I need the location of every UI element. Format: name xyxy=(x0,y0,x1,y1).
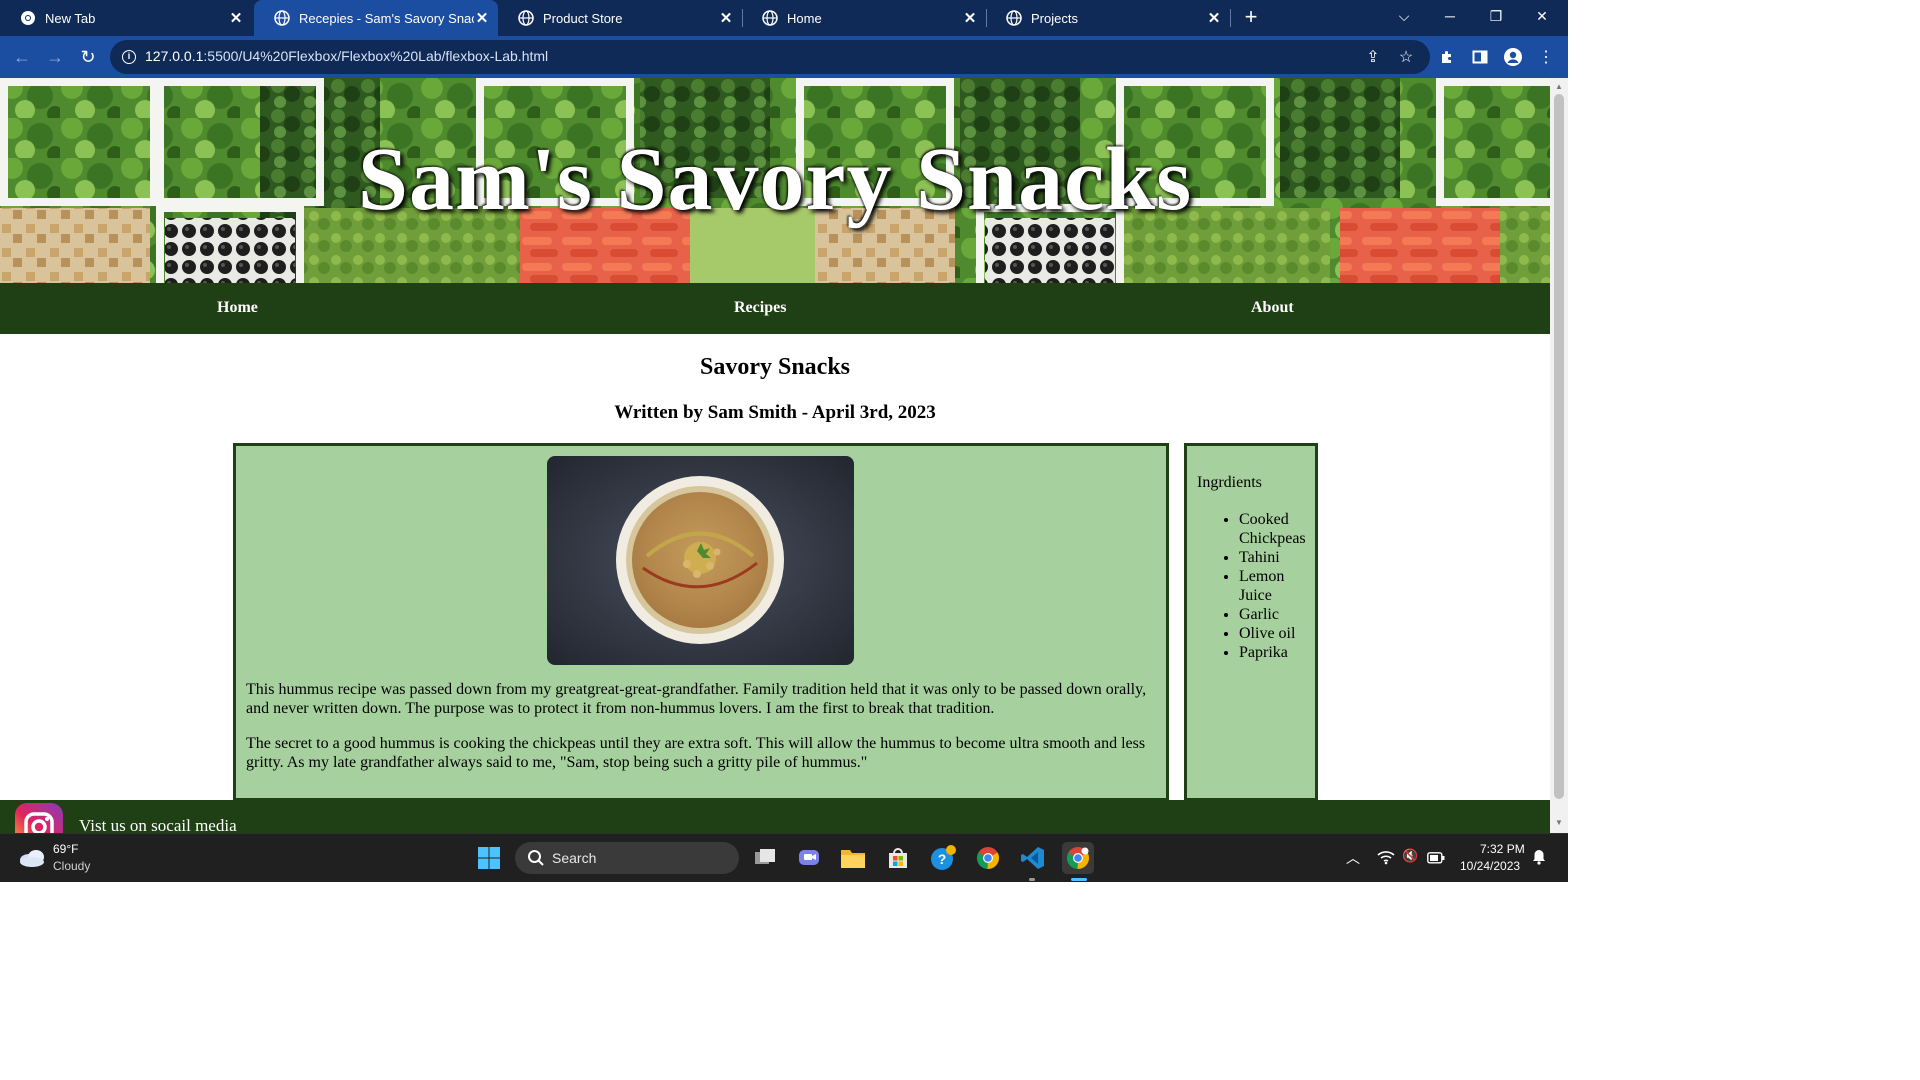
taskbar-search[interactable]: Search xyxy=(515,842,739,874)
tab-search-chevron-icon[interactable]: ⌵ xyxy=(1381,0,1427,32)
weather-description[interactable]: Cloudy xyxy=(53,859,90,873)
notification-bell-icon[interactable] xyxy=(1532,849,1546,870)
forward-arrow-icon[interactable]: → xyxy=(42,44,68,70)
nav-link-home[interactable]: Home xyxy=(217,299,258,317)
ingredients-title: Ingrdients xyxy=(1197,474,1262,491)
close-icon[interactable]: ✕ xyxy=(718,10,734,27)
nav-link-about[interactable]: About xyxy=(1251,299,1294,317)
restore-button[interactable]: ❐ xyxy=(1473,0,1519,32)
cloudy-weather-icon[interactable] xyxy=(18,846,46,873)
globe-icon xyxy=(274,10,290,26)
weather-temperature[interactable]: 69°F xyxy=(53,842,78,856)
close-window-button[interactable]: ✕ xyxy=(1519,0,1565,32)
site-nav: Home Recipes About xyxy=(0,283,1550,334)
close-icon[interactable]: ✕ xyxy=(1206,10,1222,27)
footer-text: Vist us on socail media xyxy=(79,816,237,833)
close-icon[interactable]: ✕ xyxy=(228,10,244,27)
tab-title: Home xyxy=(787,10,822,26)
battery-icon[interactable] xyxy=(1427,851,1445,869)
globe-icon xyxy=(518,10,534,26)
tab-title: New Tab xyxy=(45,10,96,26)
chevron-up-icon[interactable]: ︿ xyxy=(1346,848,1360,868)
chrome-profile-icon[interactable] xyxy=(1062,842,1094,874)
search-icon xyxy=(527,849,545,872)
windows-start-icon[interactable] xyxy=(473,842,505,874)
scroll-down-arrow-icon[interactable]: ▼ xyxy=(1554,818,1564,828)
search-label: Search xyxy=(552,850,597,866)
clock-time[interactable]: 7:32 PM xyxy=(1480,842,1525,856)
page-heading: Savory Snacks xyxy=(699,354,851,380)
site-footer: Vist us on socail media xyxy=(0,800,1550,833)
extensions-puzzle-icon[interactable] xyxy=(1436,46,1458,68)
chrome-icon xyxy=(20,10,36,26)
running-app-indicator xyxy=(1029,878,1035,881)
active-app-indicator xyxy=(1071,878,1087,881)
nav-link-recipes[interactable]: Recipes xyxy=(734,299,786,317)
ingredients-sidebar: Ingrdients Cooked Chickpeas Tahini Lemon… xyxy=(1184,443,1318,801)
volume-muted-icon[interactable]: 🔇 xyxy=(1402,848,1418,864)
globe-icon xyxy=(762,10,778,26)
tab-title: Product Store xyxy=(543,10,623,26)
page-viewport: Sam's Savory Snacks Home Recipes About S… xyxy=(0,78,1550,833)
tab-title: Projects xyxy=(1031,10,1078,26)
tab-title: Recepies - Sam's Savory Snacks xyxy=(299,10,474,26)
side-panel-icon[interactable] xyxy=(1469,46,1491,68)
reload-icon[interactable]: ↻ xyxy=(75,44,101,70)
browser-toolbar: ← → ↻ i 127.0.0.1:5500/U4%20Flexbox/Flex… xyxy=(0,36,1568,78)
vscode-icon[interactable] xyxy=(1017,842,1049,874)
list-item: Tahini xyxy=(1239,548,1317,567)
scrollbar-thumb[interactable] xyxy=(1554,94,1564,799)
svg-text:?: ? xyxy=(938,851,947,867)
recipe-article: This hummus recipe was passed down from … xyxy=(233,443,1169,801)
tab-separator xyxy=(1230,9,1231,27)
microsoft-store-icon[interactable] xyxy=(882,842,914,874)
profile-avatar-icon[interactable] xyxy=(1502,46,1524,68)
globe-icon xyxy=(1006,10,1022,26)
list-item: Cooked Chickpeas xyxy=(1239,510,1317,548)
hummus-photo xyxy=(547,456,854,665)
info-icon[interactable]: i xyxy=(122,50,136,64)
new-tab-button[interactable]: + xyxy=(1240,6,1262,28)
get-help-icon[interactable]: ? xyxy=(927,842,959,874)
list-item: Lemon Juice xyxy=(1239,567,1317,605)
close-icon[interactable]: ✕ xyxy=(962,10,978,27)
instagram-icon[interactable] xyxy=(15,803,63,833)
share-icon[interactable]: ⇪ xyxy=(1362,46,1384,68)
list-item: Olive oil xyxy=(1239,624,1317,643)
more-menu-icon[interactable]: ⋮ xyxy=(1535,46,1557,68)
tab-new-tab[interactable]: New Tab ✕ xyxy=(0,0,252,36)
ingredients-list: Cooked Chickpeas Tahini Lemon Juice Garl… xyxy=(1223,510,1317,662)
file-explorer-icon[interactable] xyxy=(837,842,869,874)
windows-taskbar: 69°F Cloudy Search ? ︿ 🔇 7:32 PM 10/24/2… xyxy=(0,833,1568,882)
chrome-icon[interactable] xyxy=(972,842,1004,874)
back-arrow-icon[interactable]: ← xyxy=(9,44,35,70)
url-text[interactable]: 127.0.0.1:5500/U4%20Flexbox/Flexbox%20La… xyxy=(145,48,548,64)
recipe-paragraph: The secret to a good hummus is cooking t… xyxy=(246,735,1146,771)
tab-recipes[interactable]: Recepies - Sam's Savory Snacks ✕ xyxy=(254,0,498,36)
wifi-icon[interactable] xyxy=(1377,849,1395,870)
address-bar[interactable]: i 127.0.0.1:5500/U4%20Flexbox/Flexbox%20… xyxy=(110,40,1430,74)
tab-strip: New Tab ✕ Recepies - Sam's Savory Snacks… xyxy=(0,0,1568,36)
list-item: Garlic xyxy=(1239,605,1317,624)
scroll-up-arrow-icon[interactable]: ▲ xyxy=(1554,82,1564,92)
clock-date[interactable]: 10/24/2023 xyxy=(1460,859,1520,873)
site-title: Sam's Savory Snacks xyxy=(357,130,1193,229)
close-icon[interactable]: ✕ xyxy=(474,10,490,27)
task-view-icon[interactable] xyxy=(749,842,781,874)
tab-home[interactable]: Home ✕ xyxy=(742,0,987,36)
recipe-paragraph: This hummus recipe was passed down from … xyxy=(246,681,1147,717)
header-banner: Sam's Savory Snacks xyxy=(0,78,1550,283)
list-item: Paprika xyxy=(1239,643,1317,662)
star-icon[interactable]: ☆ xyxy=(1395,46,1417,68)
tab-product-store[interactable]: Product Store ✕ xyxy=(498,0,743,36)
minimize-button[interactable]: ─ xyxy=(1427,0,1473,32)
teams-chat-icon[interactable] xyxy=(793,842,825,874)
tab-projects[interactable]: Projects ✕ xyxy=(986,0,1231,36)
vertical-scrollbar[interactable]: ▲ ▼ xyxy=(1550,78,1568,833)
byline: Written by Sam Smith - April 3rd, 2023 xyxy=(614,402,936,423)
